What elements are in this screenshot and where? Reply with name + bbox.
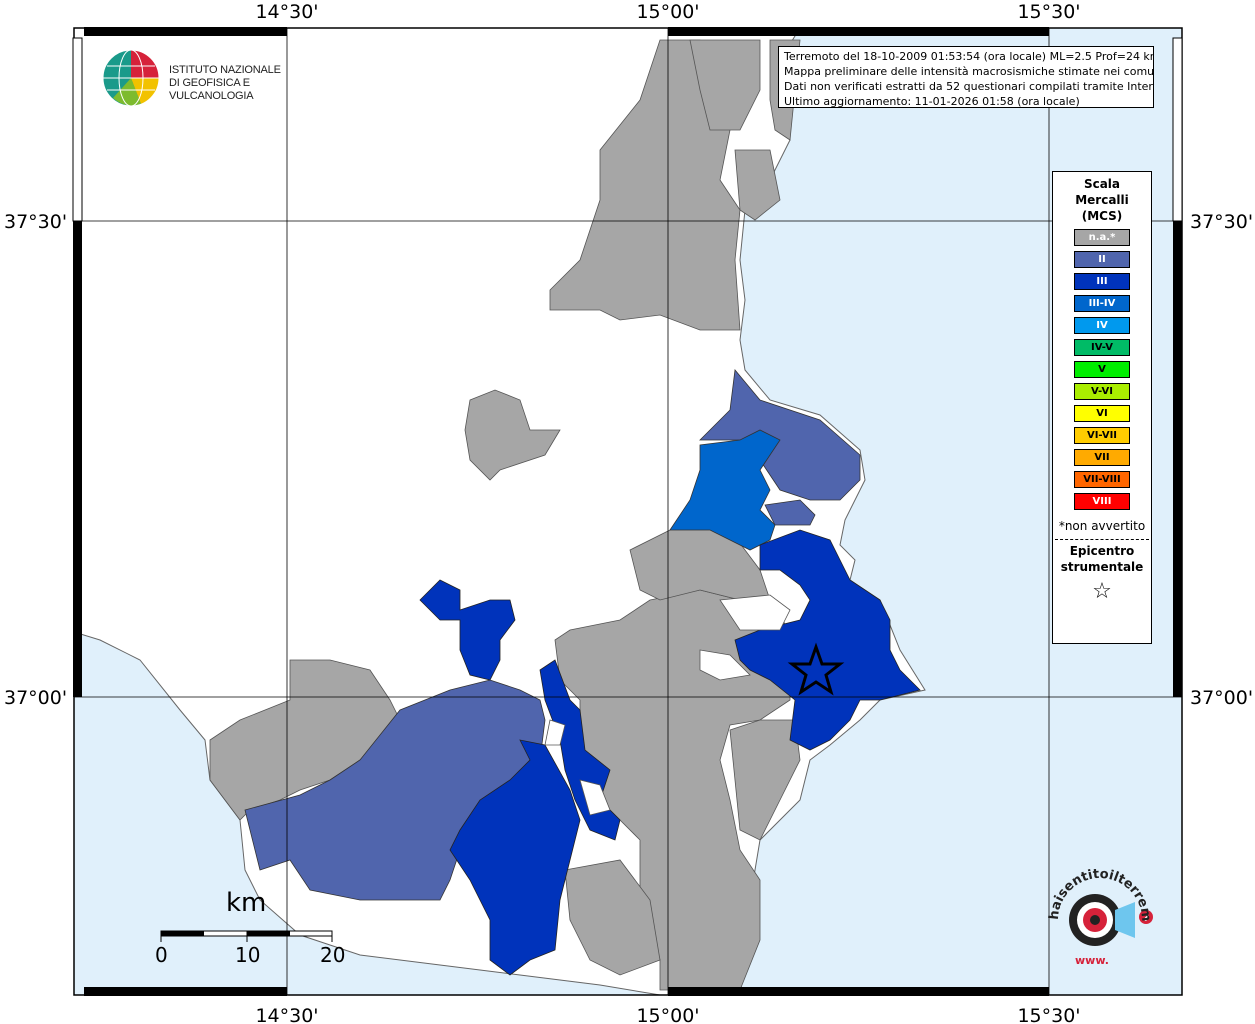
scale-label-0: 0: [155, 943, 168, 967]
legend-item-3: III-IV: [1074, 295, 1130, 312]
lon-label-top-2: 15°00': [636, 1, 699, 23]
info-line-3: Dati non verificati estratti da 52 quest…: [784, 80, 1154, 93]
lon-label-top-1: 14°30': [255, 1, 318, 23]
legend-item-4: IV: [1074, 317, 1130, 334]
legend-item-8: VI: [1074, 405, 1130, 422]
lon-label-top-3: 15°30': [1017, 1, 1080, 23]
legend-item-2: III: [1074, 273, 1130, 290]
legend-epicenter-label: Epicentro strumentale: [1060, 544, 1144, 574]
legend-item-5: IV-V: [1074, 339, 1130, 356]
badge-www: www.: [1075, 954, 1109, 967]
intensity-legend: Scala Mercalli (MCS) n.a.* II III III-IV IV I…: [1052, 171, 1152, 644]
lat-label-right-2: 37°00': [1190, 687, 1253, 709]
info-line-2: Mappa preliminare delle intensità macros…: [784, 65, 1154, 78]
lat-label-right-1: 37°30': [1190, 211, 1253, 233]
haisentito-badge[interactable]: ? haisentitoilterremoto.it www.: [1036, 849, 1160, 980]
lon-label-bottom-1: 14°30': [255, 1005, 318, 1024]
legend-item-9: VI-VII: [1074, 427, 1130, 444]
legend-separator: [1055, 539, 1149, 540]
info-line-4: Ultimo aggiornamento: 11-01-2026 01:58 (…: [784, 95, 1080, 108]
haisentito-logo-icon: ? haisentitoilterremoto.it www.: [1036, 849, 1154, 967]
info-line-1: Terremoto del 18-10-2009 01:53:54 (ora l…: [784, 50, 1154, 63]
legend-item-7: V-VI: [1074, 383, 1130, 400]
legend-item-12: VIII: [1074, 493, 1130, 510]
legend-items: n.a.* II III III-IV IV IV-V V V-VI VI VI-VII VII VI…: [1053, 229, 1151, 510]
legend-item-0: n.a.*: [1074, 229, 1130, 246]
event-info-box: Terremoto del 18-10-2009 01:53:54 (ora l…: [778, 46, 1154, 108]
legend-note: *non avvertito: [1058, 519, 1146, 533]
scale-label-10: 10: [235, 943, 261, 967]
legend-title: Scala Mercalli (MCS): [1075, 177, 1129, 223]
lon-label-bottom-3: 15°30': [1017, 1005, 1080, 1024]
scale-unit: km: [226, 888, 267, 918]
legend-item-10: VII: [1074, 449, 1130, 466]
scale-label-20: 20: [320, 943, 346, 967]
lat-label-left-2: 37°00': [4, 687, 67, 709]
ingv-logo: ISTITUTO NAZIONALE DI GEOFISICA E VULCAN…: [101, 48, 321, 110]
legend-star-icon: ☆: [1092, 579, 1112, 604]
lon-label-bottom-2: 15°00': [636, 1005, 699, 1024]
globe-icon: [102, 49, 160, 107]
lat-label-left-1: 37°30': [4, 211, 67, 233]
legend-item-11: VII-VIII: [1074, 471, 1130, 488]
legend-item-1: II: [1074, 251, 1130, 268]
ingv-name: ISTITUTO NAZIONALE DI GEOFISICA E VULCAN…: [169, 64, 281, 102]
legend-item-6: V: [1074, 361, 1130, 378]
